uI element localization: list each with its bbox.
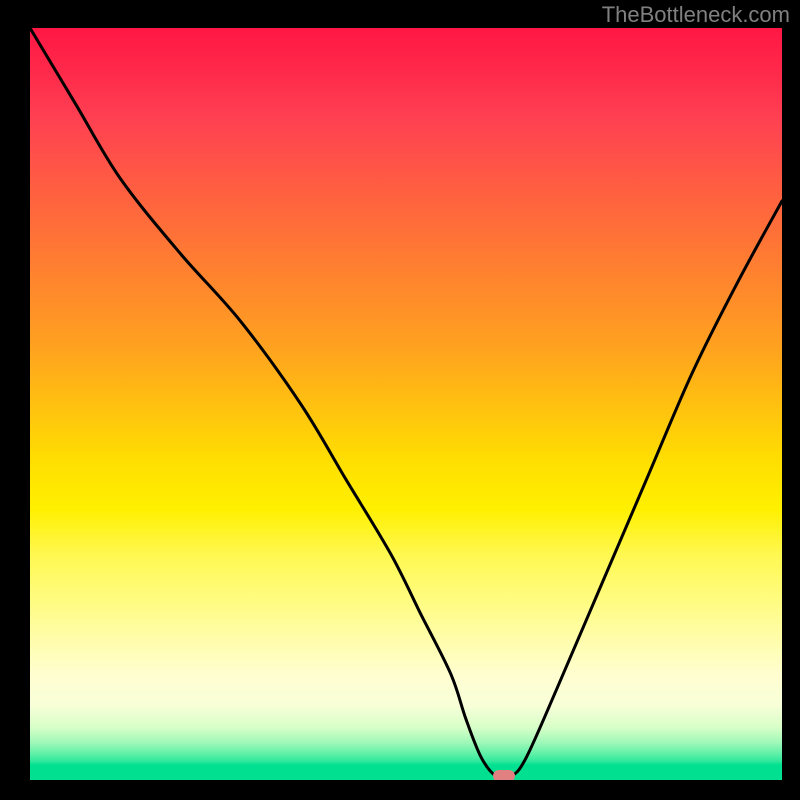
- chart-frame: TheBottleneck.com: [0, 0, 800, 800]
- curve-layer: [30, 28, 782, 780]
- optimal-point-marker: [493, 770, 515, 780]
- plot-area: [30, 28, 782, 780]
- watermark-text: TheBottleneck.com: [602, 2, 790, 28]
- bottleneck-curve: [30, 28, 782, 779]
